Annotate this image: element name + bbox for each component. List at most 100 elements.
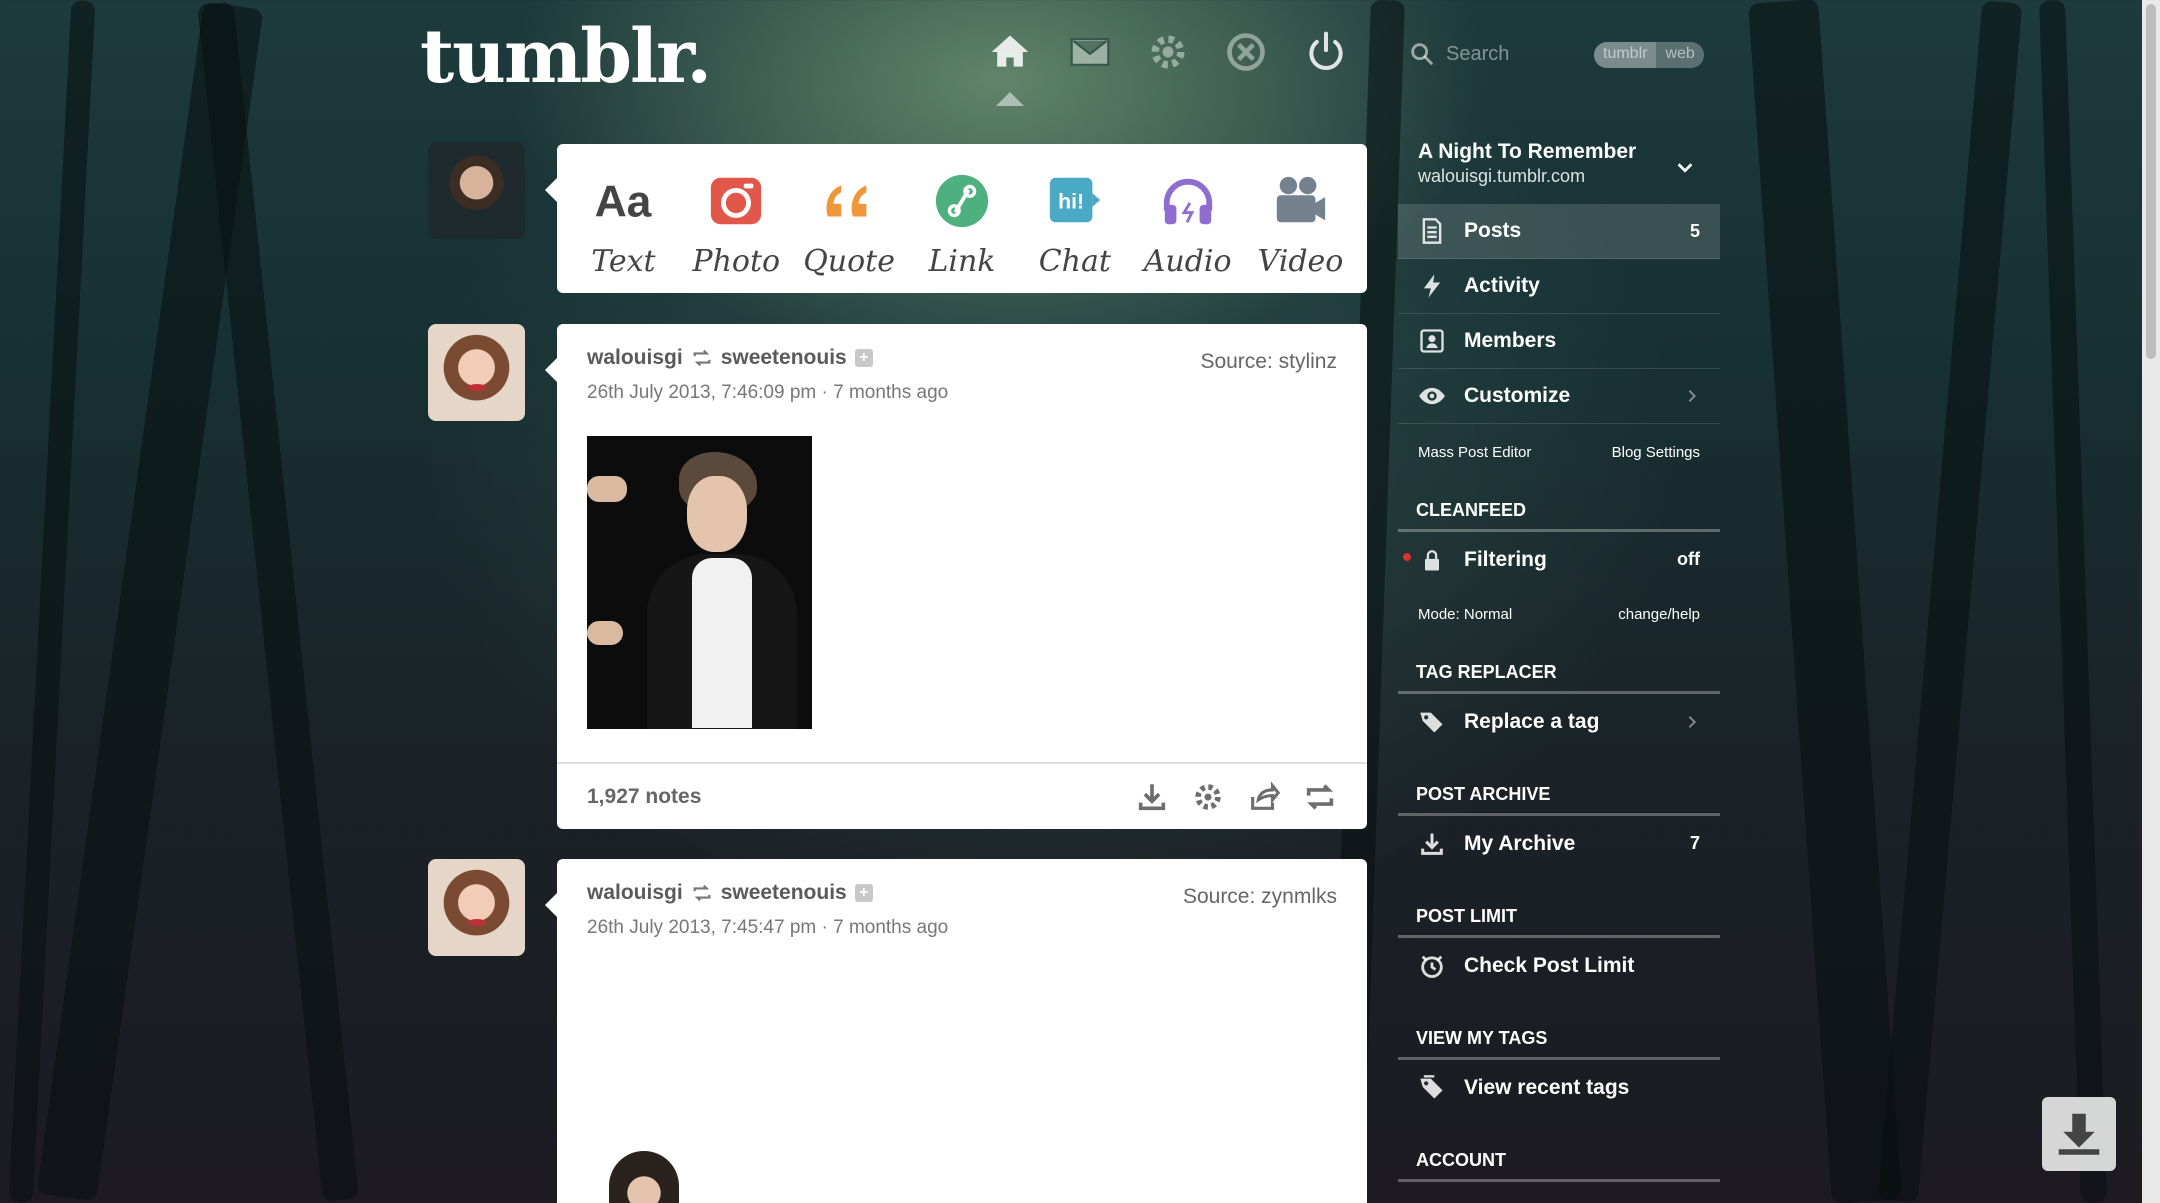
eye-icon	[1418, 382, 1446, 410]
video-icon	[1245, 172, 1355, 230]
gear-icon[interactable]	[1191, 780, 1225, 814]
sidebar-item-label: Replace a tag	[1464, 709, 1600, 733]
post-type-label: Audio	[1143, 244, 1232, 279]
blog-url: walouisgi.tumblr.com	[1418, 166, 1586, 186]
blog-settings-link[interactable]: Blog Settings	[1612, 444, 1700, 461]
lightning-icon	[1418, 272, 1446, 300]
blog-switcher[interactable]: A Night To Remember walouisgi.tumblr.com	[1398, 138, 1720, 198]
archive-count: 7	[1689, 833, 1700, 853]
post-avatar[interactable]	[428, 859, 525, 956]
sidebar-item-label: Posts	[1464, 219, 1522, 242]
tag-icon	[1418, 708, 1446, 736]
post-author-link[interactable]: walouisgi	[587, 881, 683, 905]
home-icon[interactable]	[988, 30, 1032, 74]
sidebar-item-posts[interactable]: Posts 5	[1398, 204, 1720, 259]
user-avatar[interactable]	[428, 142, 525, 239]
follow-plus-icon[interactable]: +	[854, 349, 873, 367]
clock-icon	[1418, 952, 1446, 980]
post-type-label: Chat	[1038, 244, 1111, 279]
filtering-status: off	[1677, 549, 1700, 569]
text-icon: Aa	[568, 172, 678, 230]
mass-post-editor-link[interactable]: Mass Post Editor	[1418, 444, 1531, 461]
scrollbar-thumb[interactable]	[2146, 4, 2156, 359]
chevron-right-icon	[1684, 388, 1700, 404]
change-help-link[interactable]: change/help	[1618, 606, 1700, 623]
sidebar-item-label: Customize	[1464, 384, 1571, 407]
cleanfeed-filtering-toggle[interactable]: Filtering off	[1398, 532, 1720, 587]
sidebar-item-label: My Archive	[1464, 831, 1576, 855]
sidebar-item-members[interactable]: Members	[1398, 314, 1720, 369]
post-photo[interactable]	[587, 436, 812, 729]
post-composer: Aa Text Photo Quote Link hi! Chat Audio	[545, 144, 1367, 293]
chat-icon: hi!	[1020, 172, 1130, 230]
xkit-icon[interactable]	[1224, 30, 1268, 74]
sidebar-item-check-post-limit[interactable]: Check Post Limit	[1398, 938, 1720, 993]
scope-web[interactable]: web	[1656, 42, 1703, 68]
new-video-post-button[interactable]: Video	[1245, 144, 1355, 293]
gear-icon[interactable]	[1146, 30, 1190, 74]
sidebar-item-label: View recent tags	[1464, 1075, 1630, 1099]
download-icon	[1418, 830, 1446, 858]
reblogged-from-link[interactable]: sweetenouis	[721, 346, 847, 370]
post-limit-section-title: POST LIMIT	[1398, 906, 1720, 938]
link-icon	[907, 172, 1017, 230]
search-icon	[1408, 40, 1436, 68]
sidebar-item-label: Activity	[1464, 274, 1540, 297]
post-date[interactable]: 26th July 2013, 7:45:47 pm · 7 months ag…	[587, 917, 948, 939]
post-type-label: Photo	[692, 244, 781, 279]
new-photo-post-button[interactable]: Photo	[681, 144, 791, 293]
page-scrollbar[interactable]	[2142, 0, 2160, 1203]
post-source[interactable]: Source: stylinz	[1200, 350, 1337, 374]
members-icon	[1418, 327, 1446, 355]
view-my-tags-section-title: VIEW MY TAGS	[1398, 1028, 1720, 1060]
power-icon[interactable]	[1304, 30, 1348, 74]
sidebar-item-label: Filtering	[1464, 547, 1547, 571]
sidebar-item-view-recent-tags[interactable]: View recent tags	[1398, 1060, 1720, 1115]
sidebar-item-activity[interactable]: Activity	[1398, 259, 1720, 314]
cleanfeed-mode-text: Mode: Normal	[1418, 606, 1513, 623]
post-source[interactable]: Source: zynmlks	[1183, 885, 1337, 909]
blog-title: A Night To Remember	[1418, 140, 1637, 163]
download-button[interactable]	[2042, 1097, 2116, 1171]
post-author-link[interactable]: walouisgi	[587, 346, 683, 370]
search-input[interactable]	[1446, 42, 1596, 66]
sidebar-item-my-archive[interactable]: My Archive 7	[1398, 816, 1720, 871]
svg-text:Aa: Aa	[595, 177, 652, 226]
post-date[interactable]: 26th July 2013, 7:46:09 pm · 7 months ag…	[587, 382, 948, 404]
new-quote-post-button[interactable]: Quote	[794, 144, 904, 293]
post-type-label: Link	[928, 244, 996, 279]
follow-plus-icon[interactable]: +	[854, 884, 873, 902]
new-text-post-button[interactable]: Aa Text	[568, 144, 678, 293]
reblogged-from-link[interactable]: sweetenouis	[721, 881, 847, 905]
tumblr-logo[interactable]: tumblr.	[420, 14, 712, 100]
post-card: walouisgi sweetenouis + 26th July 2013, …	[545, 859, 1367, 1203]
cleanfeed-section-title: CLEANFEED	[1398, 500, 1720, 532]
document-icon	[1418, 217, 1446, 245]
blog-tools: Mass Post Editor Blog Settings	[1398, 444, 1720, 461]
sidebar-item-replace-tag[interactable]: Replace a tag	[1398, 694, 1720, 749]
notes-count[interactable]: 1,927 notes	[587, 785, 1113, 809]
tags-icon	[1418, 1074, 1446, 1102]
post-type-label: Text	[591, 244, 656, 279]
post-avatar[interactable]	[428, 324, 525, 421]
new-chat-post-button[interactable]: hi! Chat	[1020, 144, 1130, 293]
scope-tumblr[interactable]: tumblr	[1594, 42, 1657, 68]
sidebar-item-customize[interactable]: Customize	[1398, 369, 1720, 424]
photo-icon	[681, 172, 791, 230]
nav-active-caret	[996, 92, 1024, 106]
sidebar-item-label: Check Post Limit	[1464, 953, 1635, 977]
chevron-down-icon[interactable]	[1674, 156, 1696, 178]
posts-count: 5	[1689, 220, 1700, 241]
new-audio-post-button[interactable]: Audio	[1133, 144, 1243, 293]
share-icon[interactable]	[1247, 780, 1281, 814]
post-photo[interactable]	[609, 1151, 679, 1203]
new-link-post-button[interactable]: Link	[907, 144, 1017, 293]
mail-icon[interactable]	[1068, 30, 1112, 74]
post-footer: 1,927 notes	[557, 762, 1367, 829]
download-icon[interactable]	[1135, 780, 1169, 814]
search-scope-toggle[interactable]: tumblr web	[1594, 42, 1704, 68]
cleanfeed-mode: Mode: Normal change/help	[1398, 606, 1720, 623]
reblog-icon[interactable]	[1303, 780, 1337, 814]
download-arrow-icon	[2058, 1113, 2100, 1155]
post-type-label: Quote	[803, 244, 895, 279]
